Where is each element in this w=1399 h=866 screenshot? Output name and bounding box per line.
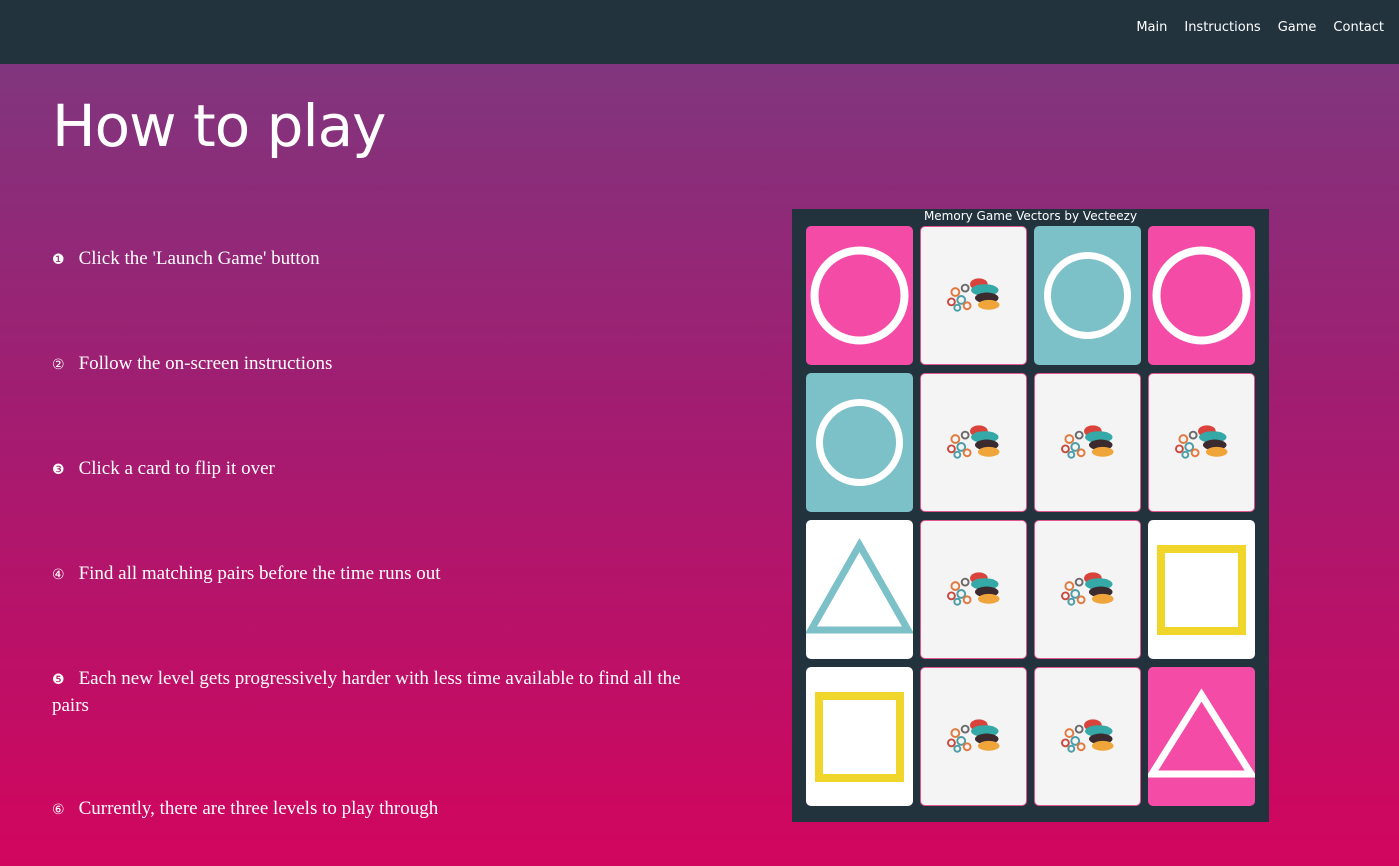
step-number: ❶ [52,252,65,268]
instruction-step: ② Follow the on-screen instructions [52,351,712,378]
card-back-logo-icon [1061,425,1114,459]
memory-card-face-down[interactable] [920,226,1027,365]
memory-card-yellow-square[interactable] [1148,520,1255,659]
instruction-step: ❸ Click a card to flip it over [52,456,712,483]
yellow-square-icon [1157,545,1246,635]
memory-game-preview: Memory Game Vectors by Vecteezy [792,209,1269,822]
teal-circle-icon [816,399,903,486]
memory-card-face-down[interactable] [1148,373,1255,512]
memory-card-teal-circle[interactable] [1034,226,1141,365]
memory-card-face-down[interactable] [1034,520,1141,659]
step-number: ④ [52,567,65,583]
pink-circle-icon [1152,246,1251,345]
nav-links: Main Instructions Game Contact [1136,20,1384,35]
memory-card-teal-circle[interactable] [806,373,913,512]
card-back-logo-icon [947,572,1000,606]
top-navbar: Main Instructions Game Contact [0,0,1399,64]
memory-card-yellow-square[interactable] [806,667,913,806]
memory-card-face-down[interactable] [920,373,1027,512]
image-credit: Memory Game Vectors by Vecteezy [923,209,1138,223]
nav-link-contact[interactable]: Contact [1333,20,1384,35]
memory-card-pink-circle[interactable] [1148,226,1255,365]
step-text: Find all matching pairs before the time … [78,563,441,584]
yellow-square-icon [815,692,904,782]
memory-card-pink-triangle[interactable] [1148,667,1255,806]
nav-link-game[interactable]: Game [1278,20,1317,35]
step-number: ❸ [52,462,65,478]
step-text: Currently, there are three levels to pla… [78,798,439,819]
step-number: ⑥ [52,802,65,818]
step-text: Each new level gets progressively harder… [52,668,681,716]
card-back-logo-icon [1175,425,1228,459]
instruction-step: ⑥ Currently, there are three levels to pl… [52,796,712,823]
step-text: Click a card to flip it over [78,458,275,479]
card-back-logo-icon [947,719,1000,753]
card-back-logo-icon [1061,572,1114,606]
card-back-logo-icon [947,278,1000,312]
page-title: How to play [52,92,386,160]
memory-card-teal-triangle[interactable] [806,520,913,659]
instruction-step: ❺ Each new level gets progressively harde… [52,666,712,718]
pink-circle-icon [810,246,909,345]
instruction-step: ❶ Click the 'Launch Game' button [52,246,712,273]
step-text: Click the 'Launch Game' button [78,248,320,269]
pink-triangle-icon [1148,688,1255,778]
card-back-logo-icon [1061,719,1114,753]
memory-card-pink-circle[interactable] [806,226,913,365]
step-number: ❺ [52,672,65,688]
memory-card-face-down[interactable] [920,667,1027,806]
memory-card-face-down[interactable] [1034,667,1141,806]
teal-triangle-icon [806,537,913,634]
card-back-logo-icon [947,425,1000,459]
instruction-step: ④ Find all matching pairs before the time… [52,561,712,588]
nav-link-main[interactable]: Main [1136,20,1167,35]
teal-circle-icon [1044,252,1131,339]
step-number: ② [52,357,65,373]
nav-link-instructions[interactable]: Instructions [1184,20,1260,35]
memory-card-face-down[interactable] [1034,373,1141,512]
memory-card-face-down[interactable] [920,520,1027,659]
step-text: Follow the on-screen instructions [78,353,333,374]
